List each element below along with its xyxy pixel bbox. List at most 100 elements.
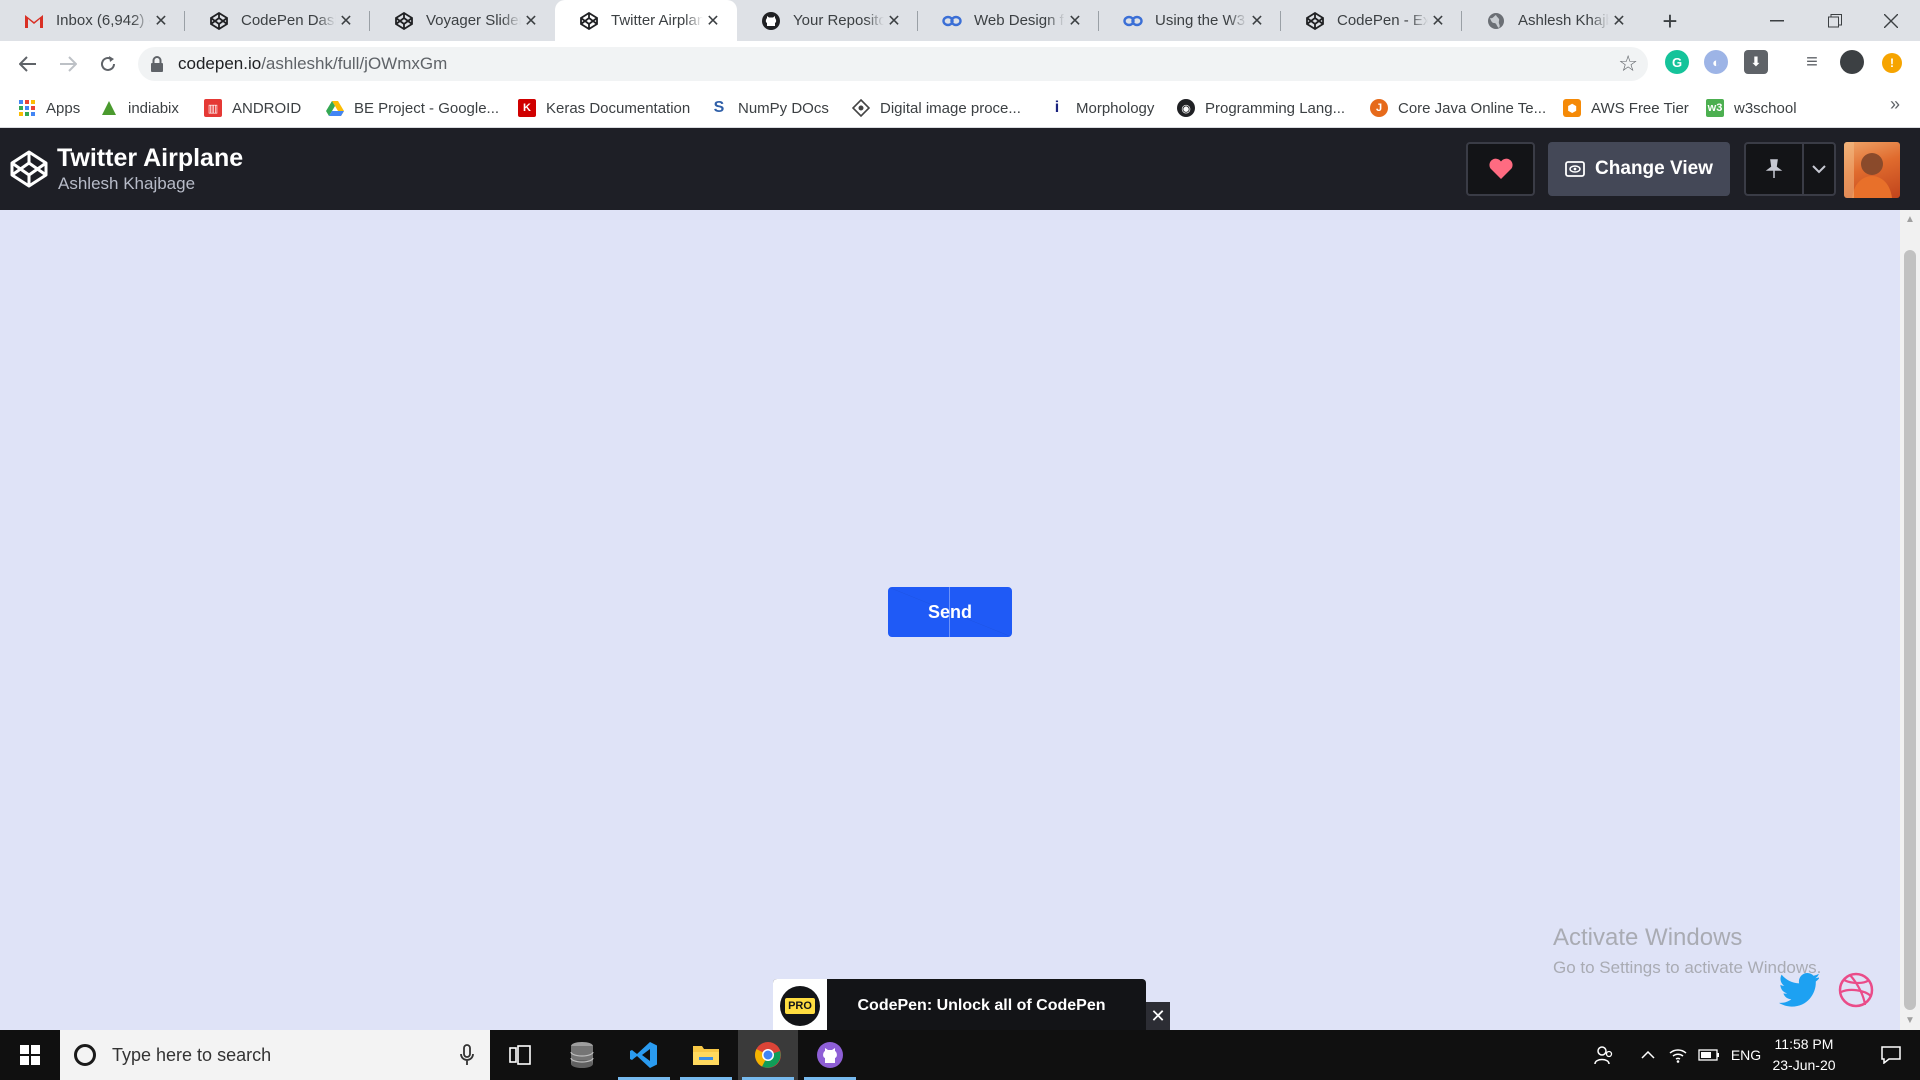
url-host: codepen.io — [178, 54, 262, 73]
taskbar-app-file-explorer[interactable] — [676, 1030, 736, 1080]
battery-button[interactable] — [1694, 1030, 1724, 1080]
pro-banner[interactable]: PRO CodePen: Unlock all of CodePen — [773, 979, 1146, 1033]
start-button[interactable] — [0, 1030, 60, 1080]
pin-button[interactable] — [1746, 144, 1804, 194]
forward-button[interactable] — [54, 50, 82, 78]
indiabix-icon — [100, 99, 118, 117]
address-bar[interactable]: codepen.io/ashleshk/full/jOWmxGm ☆ — [138, 47, 1648, 81]
tab-codepen-dashboard[interactable]: CodePen Dashboard ✕ — [185, 0, 370, 41]
close-tab-icon[interactable]: ✕ — [884, 11, 904, 31]
bookmark-label: Keras Documentation — [546, 99, 691, 117]
bookmark-android[interactable]: ▥ ANDROID — [204, 98, 301, 118]
bookmark-star-icon[interactable]: ☆ — [1618, 51, 1638, 77]
close-tab-icon[interactable]: ✕ — [703, 11, 723, 31]
scroll-up-icon[interactable]: ▲ — [1905, 214, 1915, 225]
action-center-button[interactable] — [1862, 1030, 1920, 1080]
codepen-icon — [394, 11, 414, 31]
task-view-button[interactable] — [490, 1030, 550, 1080]
extension-icon[interactable]: ◐ — [1704, 50, 1728, 74]
media-queue-icon[interactable]: ≡ — [1800, 50, 1824, 74]
scroll-down-icon[interactable]: ▼ — [1905, 1015, 1915, 1026]
new-tab-button[interactable]: + — [1655, 6, 1685, 36]
tab-twitter-airplane[interactable]: Twitter Airplane ✕ — [555, 0, 737, 41]
github-icon — [761, 11, 781, 31]
pin-icon — [1765, 159, 1783, 178]
tab-web-design[interactable]: Web Design for ✕ — [918, 0, 1099, 41]
arrow-left-icon — [19, 56, 36, 72]
tab-gmail[interactable]: Inbox (6,942) - ✕ — [0, 0, 185, 41]
tab-voyager-slider[interactable]: Voyager Slider ✕ — [370, 0, 555, 41]
close-banner-button[interactable]: ✕ — [1146, 1002, 1170, 1030]
chevron-up-icon — [1641, 1051, 1655, 1059]
tab-using-the-w3[interactable]: Using the W3 V ✕ — [1099, 0, 1281, 41]
aws-icon: ⬢ — [1563, 99, 1581, 117]
microphone-icon[interactable] — [460, 1044, 474, 1066]
like-button[interactable] — [1466, 142, 1535, 196]
bookmark-digital-image[interactable]: Digital image proce... — [852, 98, 1021, 118]
people-button[interactable] — [1584, 1030, 1624, 1080]
scrollbar-thumb[interactable] — [1904, 250, 1916, 1010]
bookmark-apps[interactable]: Apps — [18, 98, 80, 118]
twitter-icon[interactable] — [1779, 972, 1819, 1008]
close-tab-icon[interactable]: ✕ — [1247, 11, 1267, 31]
bookmark-w3school[interactable]: w3 w3school — [1706, 98, 1797, 118]
bookmark-morphology[interactable]: i Morphology — [1048, 98, 1155, 118]
bookmark-label: Apps — [46, 99, 81, 117]
show-hidden-icons-button[interactable] — [1634, 1030, 1662, 1080]
close-tab-icon[interactable]: ✕ — [151, 11, 171, 31]
clock-time: 11:58 PM — [1774, 1036, 1834, 1052]
close-tab-icon[interactable]: ✕ — [1065, 11, 1085, 31]
taskbar-search-box[interactable]: Type here to search — [60, 1030, 490, 1080]
network-button[interactable] — [1664, 1030, 1692, 1080]
grammarly-icon[interactable]: G — [1665, 50, 1689, 74]
change-view-button[interactable]: Change View — [1548, 142, 1730, 196]
taskbar-app-database[interactable] — [552, 1030, 612, 1080]
restore-button[interactable] — [1806, 0, 1864, 41]
taskbar-app-chrome[interactable] — [738, 1030, 798, 1080]
close-tab-icon[interactable]: ✕ — [1428, 11, 1448, 31]
send-button[interactable]: Send — [888, 587, 1012, 637]
dribbble-icon[interactable] — [1838, 972, 1874, 1008]
user-avatar[interactable] — [1844, 142, 1900, 198]
pin-dropdown-button[interactable] — [1804, 144, 1834, 194]
pen-title: Twitter Airplane — [57, 144, 244, 172]
bookmark-label: Morphology — [1076, 99, 1155, 117]
codepen-logo-icon[interactable] — [10, 150, 48, 188]
more-bookmarks-icon[interactable]: » — [1890, 94, 1900, 115]
close-tab-icon[interactable]: ✕ — [336, 11, 356, 31]
back-button[interactable] — [14, 50, 42, 78]
bookmark-numpy[interactable]: S NumPy DOcs — [710, 98, 829, 118]
pen-preview: Send — [0, 210, 1900, 1030]
browser-toolbar: codepen.io/ashleshk/full/jOWmxGm ☆ G ◐ ⬇… — [0, 41, 1920, 87]
change-view-label: Change View — [1595, 158, 1713, 179]
language-indicator[interactable]: ENG — [1726, 1030, 1766, 1080]
tab-your-repositories[interactable]: Your Repositories ✕ — [737, 0, 918, 41]
bookmark-keras[interactable]: K Keras Documentation — [518, 98, 690, 118]
page-scrollbar[interactable]: ▲ ▼ — [1900, 210, 1920, 1030]
bookmark-indiabix[interactable]: indiabix — [100, 98, 179, 118]
profile-avatar-icon[interactable] — [1840, 50, 1864, 74]
bookmark-be-project[interactable]: BE Project - Google... — [326, 98, 499, 118]
language-label: ENG — [1730, 1047, 1762, 1063]
bookmarks-bar: Apps indiabix ▥ ANDROID BE Project - Goog… — [0, 87, 1920, 128]
bookmark-label: Programming Lang... — [1205, 99, 1346, 117]
bookmark-core-java[interactable]: J Core Java Online Te... — [1370, 98, 1546, 118]
minimize-button[interactable] — [1748, 0, 1806, 41]
taskbar-app-vscode[interactable] — [614, 1030, 674, 1080]
pro-badge-wrap: PRO — [773, 979, 827, 1033]
taskbar-clock[interactable]: 11:58 PM 23-Jun-20 — [1764, 1034, 1844, 1076]
reload-button[interactable] — [94, 50, 122, 78]
close-tab-icon[interactable]: ✕ — [521, 11, 541, 31]
bookmark-aws[interactable]: ⬢ AWS Free Tier — [1563, 98, 1689, 118]
update-icon[interactable]: ! — [1882, 53, 1902, 73]
bookmark-programming[interactable]: ◉ Programming Lang... — [1177, 98, 1345, 118]
tab-codepen-explore[interactable]: CodePen - Explore ✕ — [1281, 0, 1462, 41]
taskbar-app-github-desktop[interactable] — [800, 1030, 860, 1080]
diamond-icon — [852, 99, 870, 117]
bookmark-label: AWS Free Tier — [1591, 99, 1689, 117]
tab-ashlesh-khajbage[interactable]: Ashlesh Khajbage ✕ — [1462, 0, 1643, 41]
pen-author[interactable]: Ashlesh Khajbage — [58, 174, 195, 194]
close-window-button[interactable] — [1862, 0, 1920, 41]
close-tab-icon[interactable]: ✕ — [1609, 11, 1629, 31]
download-extension-icon[interactable]: ⬇ — [1744, 50, 1768, 74]
